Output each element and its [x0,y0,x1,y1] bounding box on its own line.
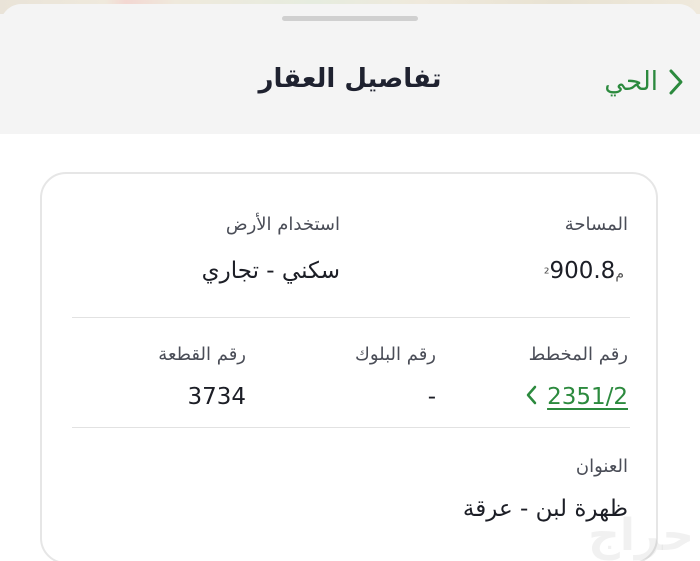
land-use-label: استخدام الأرض [225,214,340,235]
area-number: 900.8 [549,258,616,284]
block-number-value: - [427,384,436,410]
parcel-number-label: رقم القطعة [158,344,246,365]
back-button[interactable]: الحي [604,62,684,102]
parcel-number-value: 3734 [187,384,246,410]
block-number-label: رقم البلوك [354,344,436,365]
screen: تفاصيل العقار الحي المساحة م²900.8 استخد… [0,0,700,561]
bottom-sheet: تفاصيل العقار الحي المساحة م²900.8 استخد… [0,4,700,561]
property-details-card: المساحة م²900.8 استخدام الأرض سكني - تجا… [40,172,658,561]
divider [72,427,630,428]
plan-number-value: 2351/2 [547,384,628,410]
plan-number-link[interactable]: 2351/2 [525,384,628,410]
land-use-value: سكني - تجاري [201,258,340,284]
page-title: تفاصيل العقار [258,64,442,94]
divider [72,317,630,318]
back-label: الحي [604,67,658,97]
address-label: العنوان [575,456,628,477]
area-label: المساحة [564,214,628,235]
content-area: المساحة م²900.8 استخدام الأرض سكني - تجا… [0,134,700,561]
watermark-logo: حراج [588,510,694,561]
plan-number-label: رقم المخطط [528,344,628,365]
chevron-left-icon [525,384,537,410]
sheet-grabber[interactable] [282,16,418,21]
sheet-header: تفاصيل العقار الحي [0,4,700,134]
area-value: م²900.8 [544,258,628,284]
chevron-right-icon [668,68,684,96]
